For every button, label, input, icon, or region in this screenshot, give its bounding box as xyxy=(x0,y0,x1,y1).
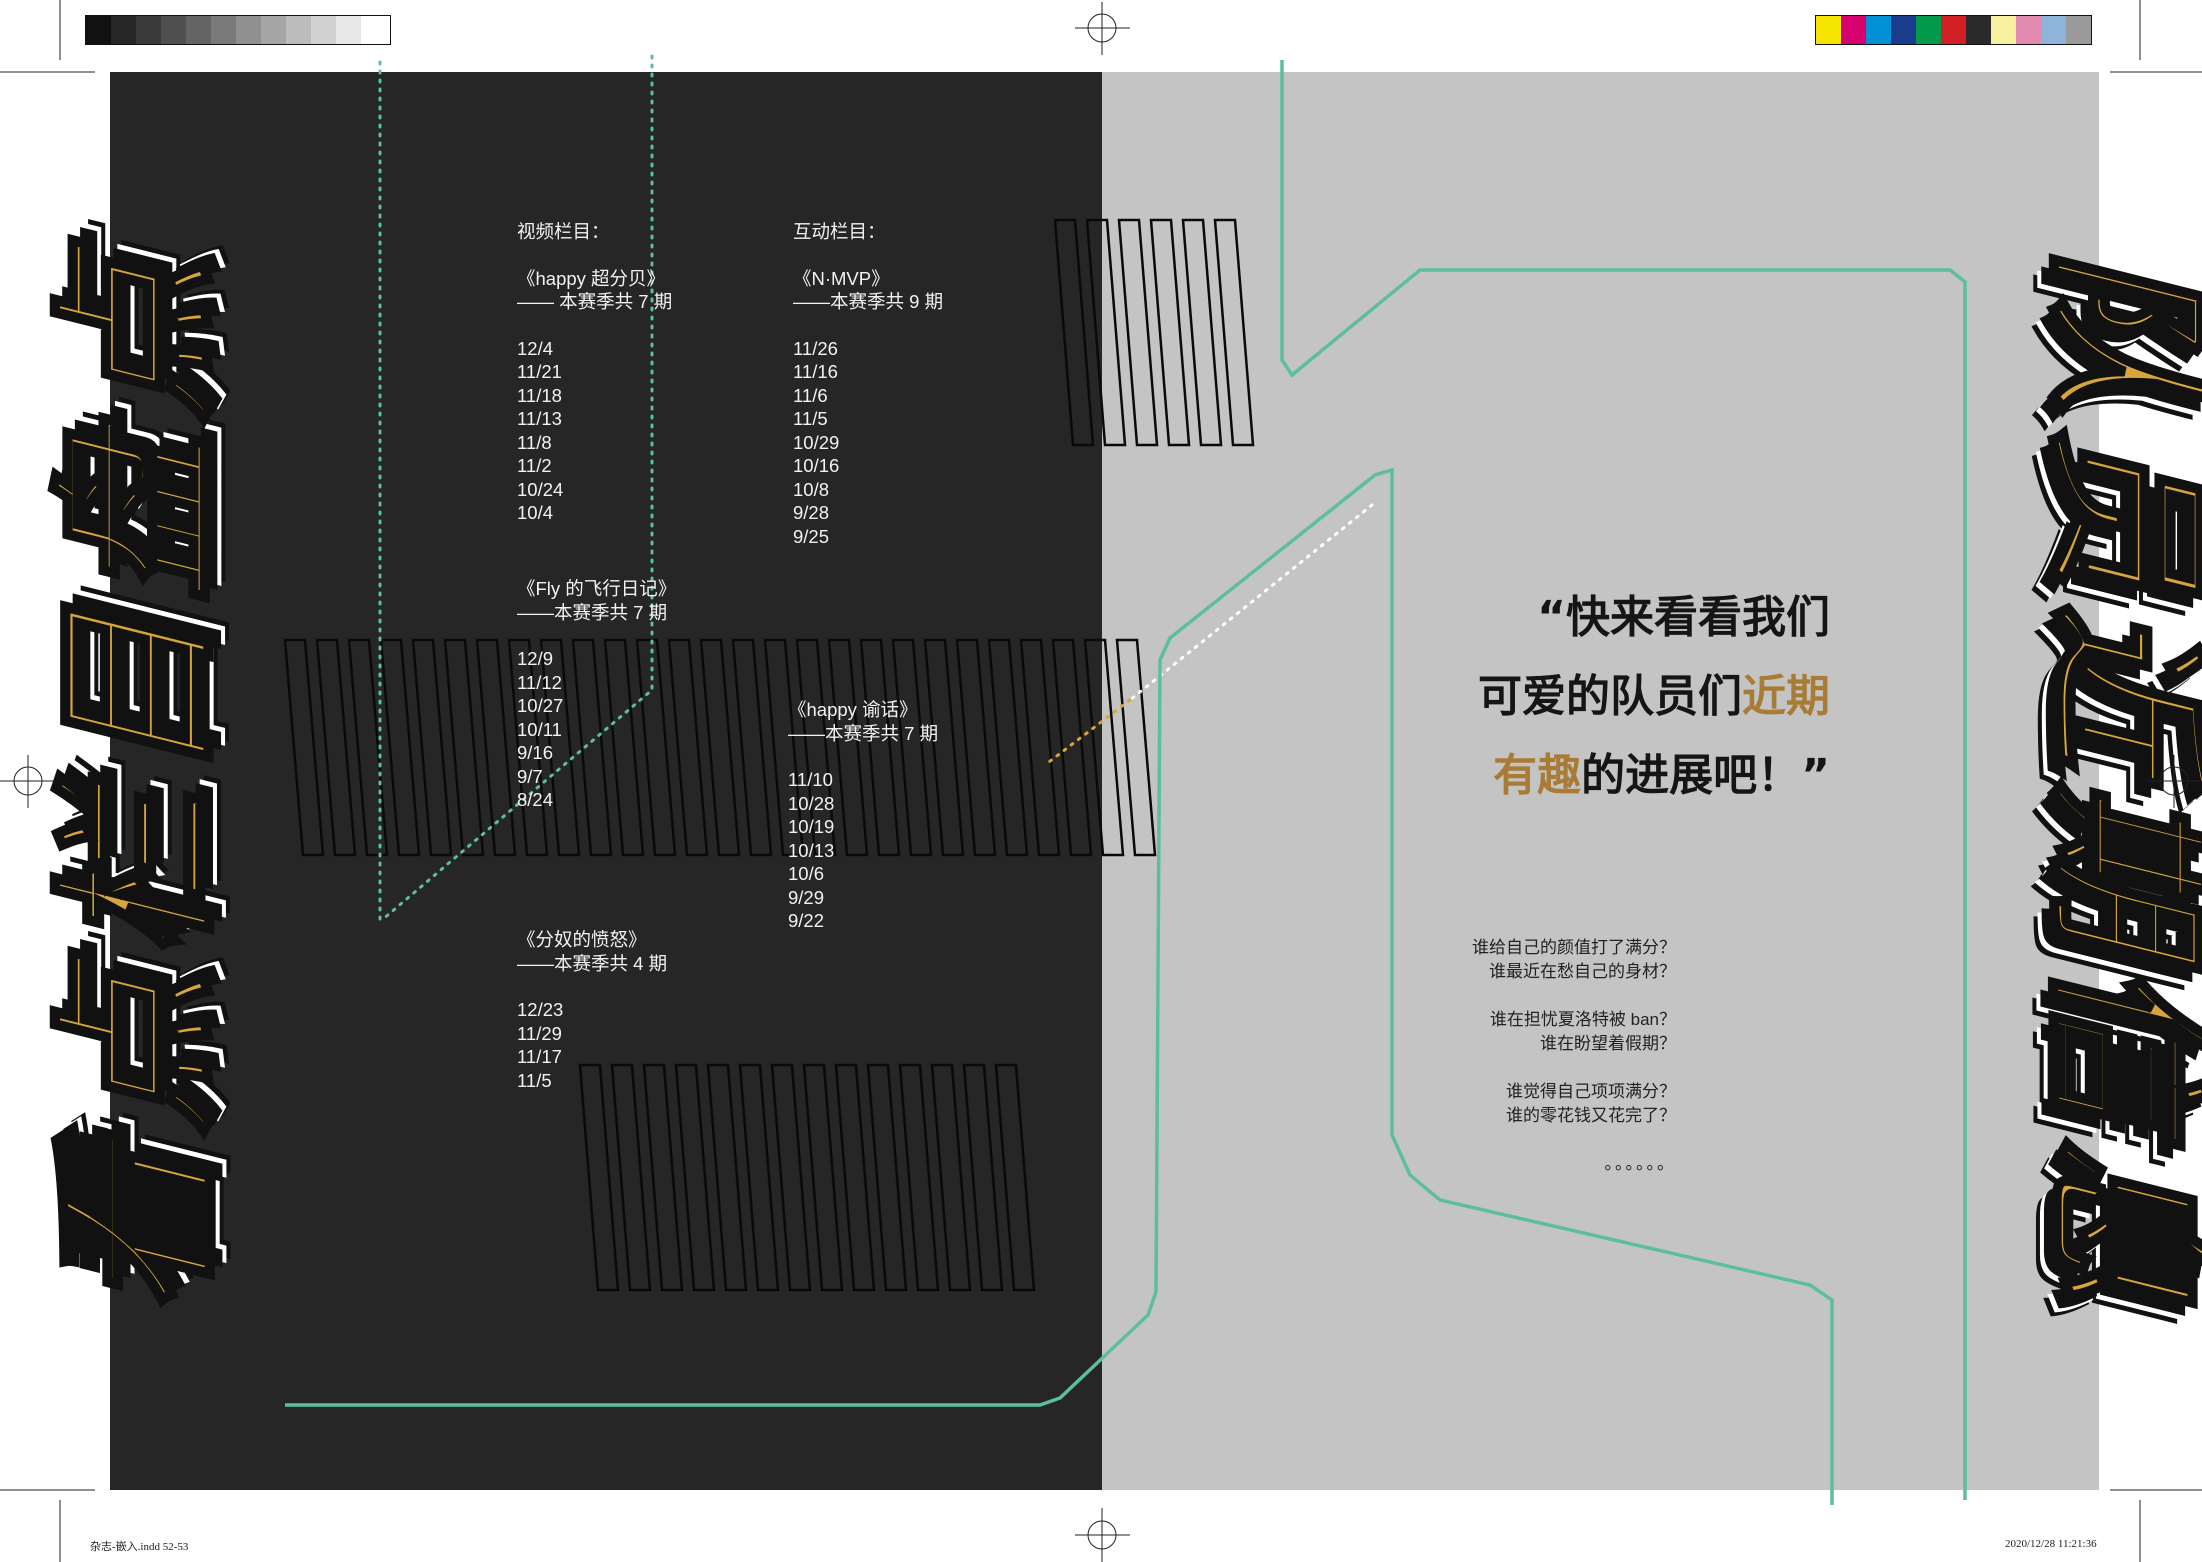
crop-marks xyxy=(0,0,2202,1562)
timestamp: 2020/12/28 11:21:36 xyxy=(2005,1538,2097,1550)
file-label: 杂志-嵌入.indd 52-53 xyxy=(90,1541,189,1553)
